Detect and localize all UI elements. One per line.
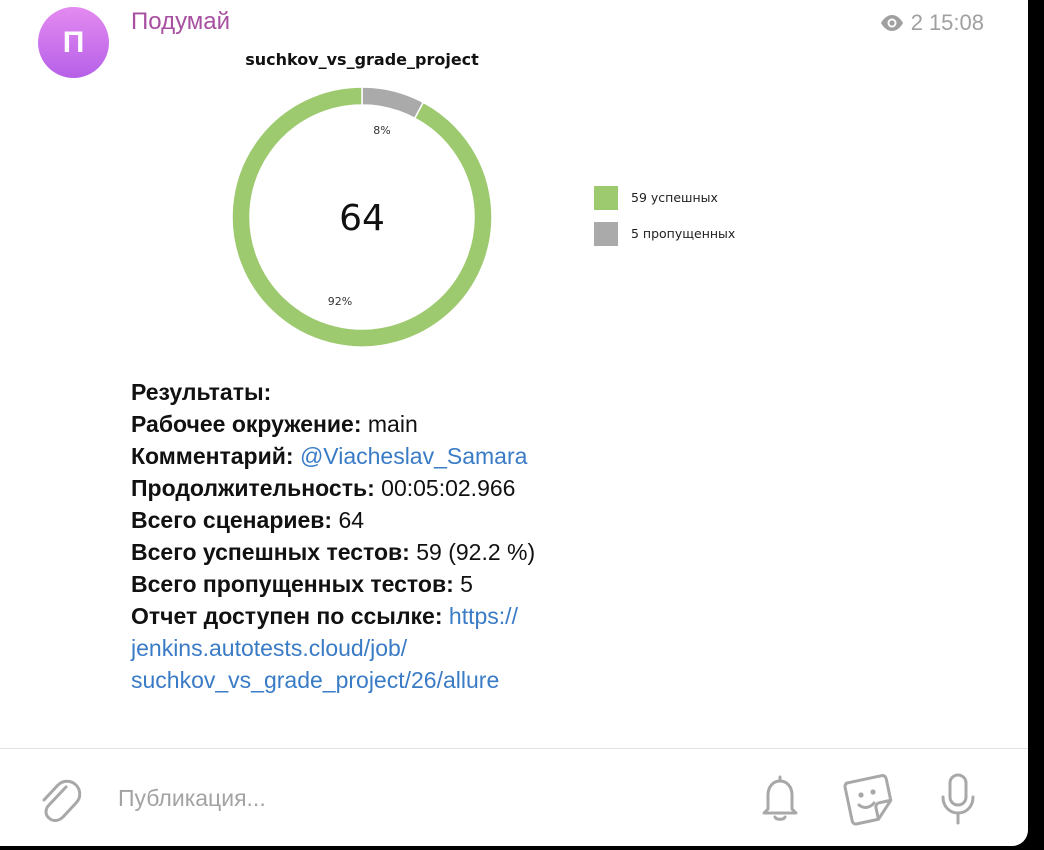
composer: [0, 749, 1028, 846]
chart-svg: suchkov_vs_grade_project 64 8% 92% 59 усп…: [231, 50, 735, 348]
view-count: 2: [910, 10, 923, 35]
legend-swatch: [594, 222, 618, 246]
bell-icon[interactable]: [756, 773, 804, 823]
env-value: main: [367, 411, 418, 437]
message-time: 15:08: [928, 10, 984, 35]
chart-title: suchkov_vs_grade_project: [245, 50, 479, 69]
mention-link[interactable]: @Viacheslav_Samara: [300, 443, 527, 469]
paperclip-icon[interactable]: [36, 775, 82, 825]
microphone-icon[interactable]: [934, 771, 982, 827]
comment-label: Комментарий:: [131, 443, 294, 469]
eye-icon: [880, 15, 903, 31]
duration-label: Продолжительность:: [131, 475, 375, 501]
message-meta: 2 15:08: [879, 10, 984, 36]
scenarios-label: Всего сценариев:: [131, 507, 333, 533]
slice-percent-label: 92%: [328, 295, 352, 308]
passed-value: 59 (92.2 %): [416, 539, 536, 565]
legend-swatch: [594, 186, 618, 210]
duration-value: 00:05:02.966: [381, 475, 516, 501]
passed-label: Всего успешных тестов:: [131, 539, 410, 565]
avatar[interactable]: П: [38, 7, 109, 78]
results-heading: Результаты:: [131, 379, 272, 405]
skipped-value: 5: [460, 571, 473, 597]
avatar-letter: П: [62, 25, 85, 59]
donut-chart[interactable]: suchkov_vs_grade_project 64 8% 92% 59 усп…: [200, 46, 780, 366]
message-input[interactable]: [118, 785, 678, 812]
sticker-icon[interactable]: [840, 771, 896, 827]
slice-percent-label: 8%: [373, 124, 390, 137]
legend-label: 5 пропущенных: [631, 226, 735, 241]
donut-slice[interactable]: [361, 86, 425, 120]
scenarios-value: 64: [338, 507, 365, 533]
chart-center-label: 64: [339, 198, 385, 239]
skipped-label: Всего пропущенных тестов:: [131, 571, 454, 597]
chat-window: П Подумай 2 15:08 suchkov_vs_grade_proje…: [0, 0, 1028, 846]
report-label: Отчет доступен по ссылке:: [131, 603, 443, 629]
legend-label: 59 успешных: [631, 190, 718, 205]
env-label: Рабочее окружение:: [131, 411, 362, 437]
results-text: Результаты: Рабочее окружение: main Комм…: [131, 376, 651, 696]
sender-name[interactable]: Подумай: [131, 8, 230, 36]
